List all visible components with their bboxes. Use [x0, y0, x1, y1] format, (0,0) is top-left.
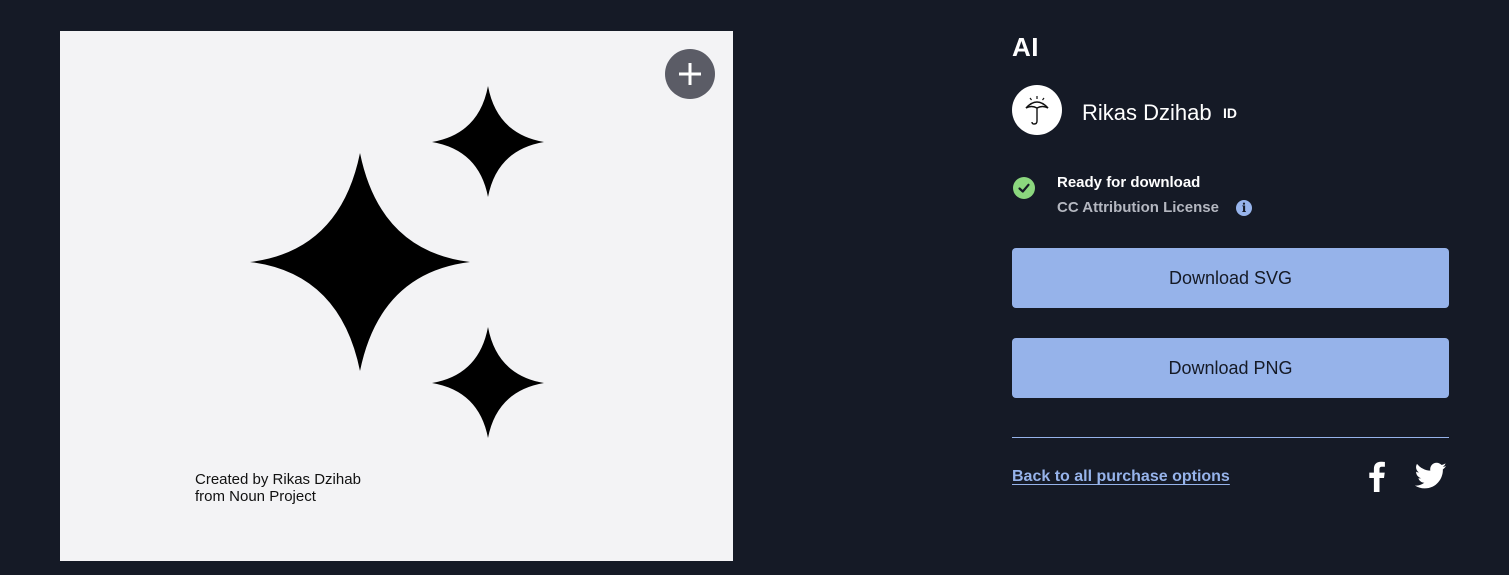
icon-download-page: Created by Rikas Dzihab from Noun Projec…: [0, 0, 1509, 575]
small-sparkle-bottom: [432, 327, 544, 438]
info-icon[interactable]: i: [1236, 200, 1252, 216]
download-svg-button[interactable]: Download SVG: [1012, 248, 1449, 308]
sparkles-icon: [250, 86, 544, 438]
back-to-purchase-options-link[interactable]: Back to all purchase options: [1012, 468, 1230, 486]
twitter-icon[interactable]: [1415, 462, 1447, 490]
author-avatar[interactable]: [1012, 85, 1062, 135]
add-to-collection-button[interactable]: [665, 49, 715, 99]
download-status: Ready for download: [1057, 174, 1201, 191]
large-sparkle: [250, 153, 470, 371]
umbrella-icon: [1025, 96, 1049, 125]
credit-line-1: Created by Rikas Dzihab: [195, 471, 361, 488]
small-sparkle-top: [432, 86, 544, 197]
author-name[interactable]: Rikas Dzihab: [1082, 100, 1212, 126]
plus-icon: [679, 63, 701, 85]
download-png-button[interactable]: Download PNG: [1012, 338, 1449, 398]
icon-preview: Created by Rikas Dzihab from Noun Projec…: [60, 31, 733, 561]
icon-title: AI: [1012, 32, 1039, 62]
attribution-credit: Created by Rikas Dzihab from Noun Projec…: [195, 471, 361, 505]
author-country-badge: ID: [1223, 105, 1237, 121]
check-icon: [1013, 177, 1035, 199]
license-label: CC Attribution License: [1057, 199, 1219, 216]
divider: [1012, 437, 1449, 438]
credit-line-2: from Noun Project: [195, 488, 316, 505]
facebook-icon[interactable]: [1364, 460, 1388, 492]
